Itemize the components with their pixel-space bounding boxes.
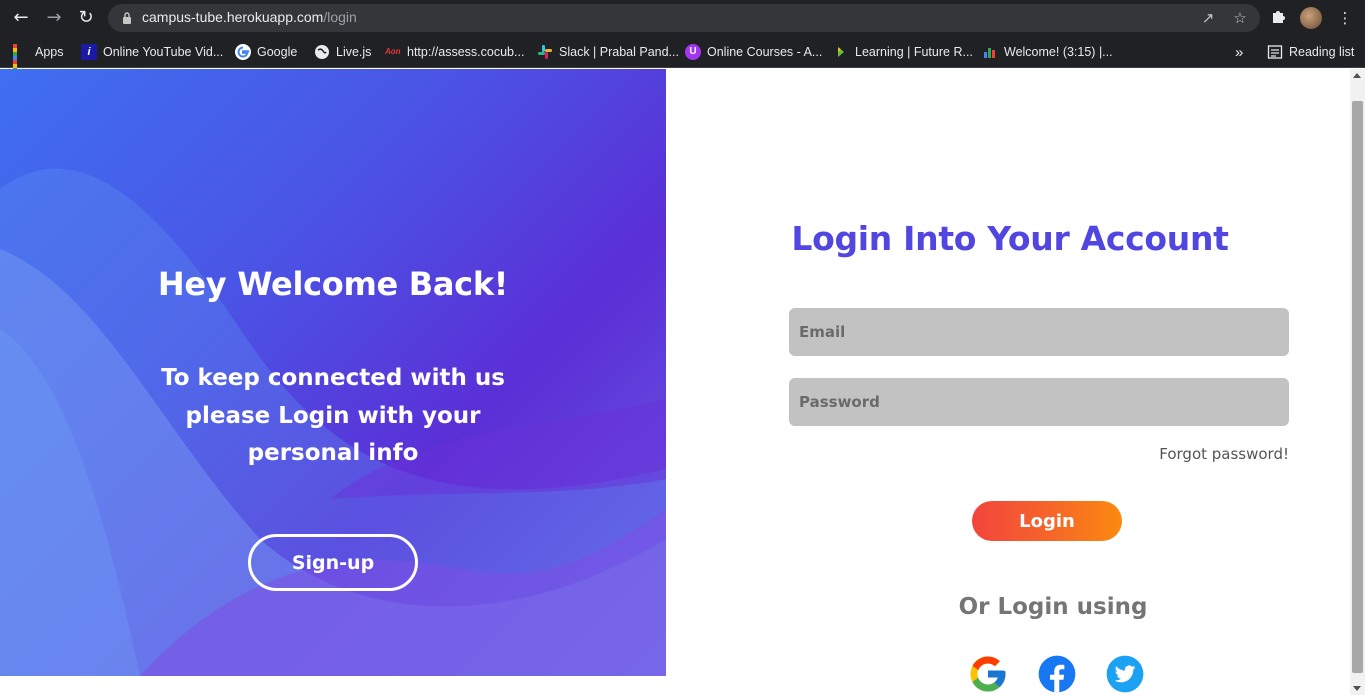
reading-list-label: Reading list: [1289, 45, 1355, 59]
reading-list-button[interactable]: Reading list: [1267, 42, 1354, 62]
bookmark-livejs[interactable]: Live.js: [314, 42, 371, 62]
or-login-using-label: Or Login using: [958, 594, 1148, 620]
bookmark-welcome[interactable]: Welcome! (3:15) |...: [982, 42, 1113, 62]
forward-arrow-icon[interactable]: →: [42, 7, 66, 29]
bookmark-label: Google: [257, 45, 298, 59]
bookmarks-bar: Apps i Online YouTube Vid... Google Live…: [0, 36, 1365, 80]
bookmark-label: http://assess.cocub...: [407, 45, 525, 59]
bookmark-label: Welcome! (3:15) |...: [1004, 45, 1113, 59]
login-heading: Login Into Your Account: [791, 219, 1229, 258]
bookmarks-overflow-button[interactable]: »: [1235, 42, 1243, 62]
welcome-heading: Hey Welcome Back!: [157, 265, 509, 303]
colorful-icon: [984, 48, 995, 58]
email-field[interactable]: [789, 308, 1289, 356]
udemy-icon: U: [685, 44, 701, 60]
globe-icon: [315, 45, 329, 59]
scroll-up-arrow-icon[interactable]: [1353, 73, 1361, 78]
cocubes-icon: Aon: [385, 47, 401, 56]
welcome-panel: Hey Welcome Back! To keep connected with…: [0, 69, 666, 676]
url-text: campus-tube.herokuapp.com/login: [142, 9, 357, 25]
google-icon: [235, 44, 251, 60]
twitter-login-icon[interactable]: [1104, 653, 1146, 695]
bookmark-futurelearn[interactable]: Learning | Future R...: [833, 42, 973, 62]
lock-icon: [123, 12, 131, 24]
bookmark-label: Online YouTube Vid...: [103, 45, 224, 59]
facebook-login-icon[interactable]: [1036, 653, 1078, 695]
login-button[interactable]: Login: [972, 501, 1122, 541]
youtube-downloader-icon: i: [81, 44, 97, 60]
bookmark-google[interactable]: Google: [235, 42, 297, 62]
reading-list-icon: [1267, 45, 1283, 59]
share-icon[interactable]: ↗: [1198, 8, 1218, 28]
login-page: Hey Welcome Back! To keep connected with…: [0, 69, 1350, 695]
welcome-subtitle: To keep connected with us please Login w…: [161, 365, 505, 466]
bookmark-label: Learning | Future R...: [855, 45, 973, 59]
signup-button[interactable]: Sign-up: [248, 534, 418, 591]
scroll-thumb[interactable]: [1352, 101, 1363, 673]
address-bar[interactable]: campus-tube.herokuapp.com/login ↗ ☆: [108, 4, 1260, 32]
forgot-password-link[interactable]: Forgot password!: [1089, 445, 1289, 463]
bookmark-label: Apps: [35, 45, 64, 59]
bookmark-cocubes[interactable]: Aon http://assess.cocub...: [385, 42, 524, 62]
slack-icon: [538, 45, 552, 59]
futurelearn-icon: [838, 47, 844, 57]
bookmark-label: Slack | Prabal Pand...: [559, 45, 679, 59]
profile-avatar[interactable]: [1300, 7, 1322, 29]
password-field[interactable]: [789, 378, 1289, 426]
browser-toolbar: ← → ↻ campus-tube.herokuapp.com/login ↗ …: [0, 0, 1365, 36]
scroll-down-arrow-icon[interactable]: [1353, 686, 1361, 691]
reload-icon[interactable]: ↻: [74, 7, 98, 29]
back-arrow-icon[interactable]: ←: [9, 7, 33, 29]
bookmark-label: Live.js: [336, 45, 372, 59]
url-host: campus-tube.herokuapp.com: [142, 9, 324, 25]
overflow-chevron-icon: »: [1235, 43, 1244, 61]
bookmark-youtube-downloader[interactable]: i Online YouTube Vid...: [81, 42, 223, 62]
bookmark-slack[interactable]: Slack | Prabal Pand...: [537, 42, 679, 62]
bookmark-apps[interactable]: Apps: [13, 42, 64, 80]
kebab-menu-icon[interactable]: ⋮: [1335, 8, 1355, 28]
google-login-icon[interactable]: [967, 653, 1009, 695]
extensions-puzzle-icon[interactable]: [1269, 8, 1289, 28]
bookmark-label: Online Courses - A...: [707, 45, 823, 59]
apps-grid-icon: [13, 44, 29, 80]
bookmark-star-icon[interactable]: ☆: [1230, 8, 1250, 28]
bookmark-udemy[interactable]: U Online Courses - A...: [685, 42, 822, 62]
url-path: /login: [323, 9, 357, 25]
page-scrollbar[interactable]: [1350, 69, 1365, 695]
